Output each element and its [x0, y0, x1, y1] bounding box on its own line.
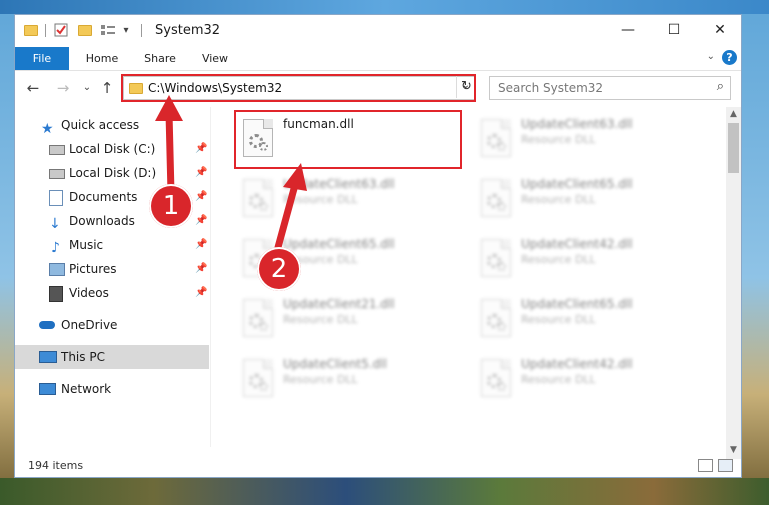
arrow-2: [273, 184, 299, 252]
annotation-arrows: [155, 95, 307, 252]
desktop-wallpaper-bottom: [0, 478, 769, 505]
arrow-1-head: [155, 95, 183, 121]
arrow-2-head: [283, 163, 307, 191]
callout-1: 1: [149, 184, 193, 228]
arrow-1: [165, 112, 175, 194]
file-explorer-window: ▾ System32 — ☐ ✕ File Home Share View ⌄ …: [14, 14, 742, 478]
desktop-wallpaper-top: [0, 0, 769, 14]
callout-2: 2: [257, 247, 301, 291]
